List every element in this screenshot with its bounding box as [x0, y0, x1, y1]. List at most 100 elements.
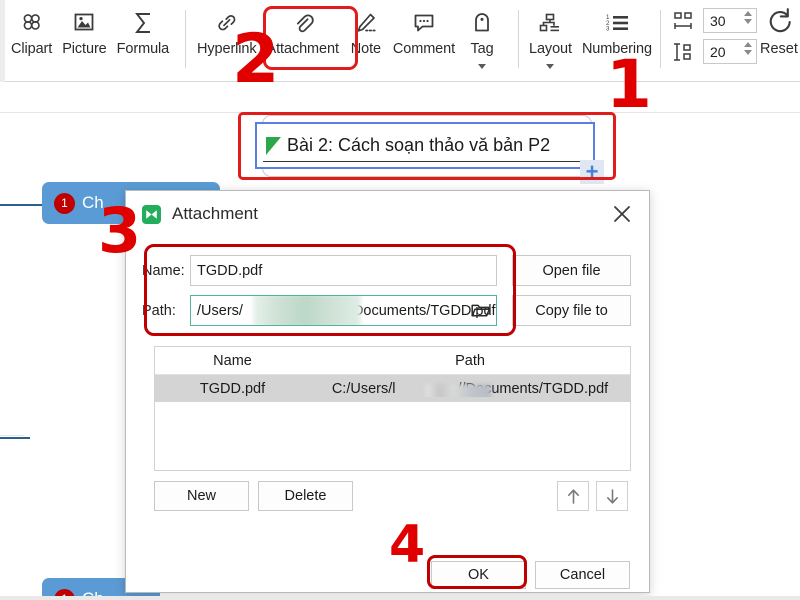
path-input[interactable]: /Users/ /Documents/TGDD.pdf: [190, 295, 497, 326]
toolbar-button-note[interactable]: Note: [344, 0, 388, 78]
toolbar-button-formula[interactable]: Formula: [112, 0, 174, 78]
mindmap-node-editing-text[interactable]: Bài 2: Cách soạn thảo vă bản P2: [287, 135, 550, 156]
comment-icon: [410, 6, 438, 40]
canvas-divider-line-2: [0, 435, 24, 436]
stepper-up-icon-horizontal[interactable]: [744, 11, 752, 16]
dialog-title-text: Attachment: [172, 204, 258, 223]
toolbar-button-numbering[interactable]: 1 2 3 Numbering: [577, 0, 657, 78]
horizontal-spacing-input[interactable]: 30: [703, 8, 757, 33]
table-cell-path: C:/Users/l//Documents/TGDD.pdf: [310, 381, 630, 397]
vertical-spacing-input[interactable]: 20: [703, 39, 757, 64]
picture-icon: [71, 6, 97, 40]
toolbar-button-reset[interactable]: Reset: [760, 4, 798, 57]
path-input-prefix: /Users/: [197, 302, 243, 319]
toolbar-label-comment: Comment: [392, 41, 456, 57]
new-button-label: New: [186, 488, 216, 504]
copy-file-to-button[interactable]: Copy file to: [512, 295, 631, 326]
ribbon-toolbar: Clipart Picture Formula Hyperlink Attach…: [0, 0, 800, 82]
copy-file-to-label: Copy file to: [535, 302, 608, 319]
toolbar-group-annotate: Hyperlink Attachment Note Comment Tag: [192, 0, 504, 82]
delete-button-label: Delete: [284, 488, 327, 504]
path-field-label: Path:: [142, 302, 176, 319]
table-row[interactable]: TGDD.pdf C:/Users/l//Documents/TGDD.pdf: [155, 375, 630, 402]
stepper-down-icon-vertical[interactable]: [744, 50, 752, 55]
table-cell-name: TGDD.pdf: [199, 380, 266, 397]
vertical-spacing-value: 20: [710, 43, 726, 60]
horizontal-spacing-stepper[interactable]: [744, 11, 752, 24]
name-input[interactable]: TGDD.pdf: [190, 255, 497, 286]
formula-icon: [130, 6, 156, 40]
add-child-node-handle[interactable]: +: [580, 160, 604, 184]
toolbar-button-layout[interactable]: Layout: [524, 0, 577, 78]
toolbar-button-hyperlink[interactable]: Hyperlink: [192, 0, 262, 78]
stepper-up-icon-vertical[interactable]: [744, 42, 752, 47]
delete-button[interactable]: Delete: [258, 481, 353, 511]
toolbar-label-picture: Picture: [62, 41, 107, 57]
close-icon[interactable]: [605, 199, 639, 229]
toolbar-label-layout: Layout: [529, 41, 572, 57]
toolbar-label-clipart: Clipart: [11, 41, 53, 57]
arrow-up-icon[interactable]: [557, 481, 589, 511]
stepper-down-icon-horizontal[interactable]: [744, 19, 752, 24]
folder-open-icon[interactable]: [471, 302, 491, 323]
toolbar-button-picture[interactable]: Picture: [57, 0, 111, 78]
window-bottom-strip: [0, 596, 800, 600]
toolbar-button-tag[interactable]: Tag: [460, 0, 504, 78]
numbering-icon: 1 2 3: [602, 6, 632, 40]
chevron-down-icon-tag[interactable]: [478, 64, 487, 69]
toolbar-label-tag: Tag: [470, 41, 494, 57]
redacted-username-table: [426, 383, 491, 397]
text-caret-underline: [263, 161, 587, 162]
chevron-down-icon-layout[interactable]: [546, 64, 555, 69]
attachments-table[interactable]: Name Path TGDD.pdf C:/Users/l//Documents…: [154, 346, 631, 471]
toolbar-label-hyperlink: Hyperlink: [197, 41, 257, 57]
hyperlink-icon: [214, 6, 240, 40]
toolbar-label-reset: Reset: [760, 41, 798, 57]
horizontal-spacing-icon: [670, 9, 696, 33]
toolbar-label-note: Note: [350, 41, 381, 57]
dialog-title-bar: Attachment: [126, 191, 649, 237]
toolbar-label-numbering: Numbering: [581, 41, 652, 57]
cancel-button[interactable]: Cancel: [535, 561, 630, 589]
reset-icon: [764, 4, 794, 38]
ok-button[interactable]: OK: [431, 561, 526, 589]
cancel-button-label: Cancel: [559, 567, 606, 583]
note-icon: [353, 6, 379, 40]
toolbar-button-comment[interactable]: Comment: [388, 0, 460, 78]
table-header-name: Name: [213, 352, 252, 369]
tag-icon: [471, 6, 493, 40]
toolbar-separator-3: [660, 10, 661, 68]
node-label-top: Ch: [82, 193, 104, 212]
mindmap-node-editing[interactable]: Bài 2: Cách soạn thảo vă bản P2: [255, 122, 595, 169]
toolbar-label-attachment: Attachment: [266, 41, 339, 57]
path-field-row: Path: /Users/ /Documents/TGDD.pdf: [142, 295, 502, 326]
layout-icon: [536, 6, 564, 40]
toolbar-button-attachment[interactable]: Attachment: [262, 0, 344, 78]
vertical-spacing-icon: [670, 40, 696, 64]
new-button[interactable]: New: [154, 481, 249, 511]
xmind-logo-icon: [142, 204, 161, 224]
ok-button-label: OK: [468, 567, 489, 583]
node-connector-bottom: [0, 437, 30, 439]
node-connector-top: [0, 204, 45, 206]
toolbar-group-structure: Layout 1 2 3 Numbering: [524, 0, 657, 82]
name-field-label: Name:: [142, 262, 185, 279]
toolbar-group-spacing: 30 20: [670, 8, 757, 64]
open-file-button[interactable]: Open file: [512, 255, 631, 286]
spacing-horizontal-row: 30: [670, 8, 757, 33]
toolbar-separator-1: [185, 10, 186, 68]
toolbar-group-insert: Clipart Picture Formula: [6, 0, 174, 82]
table-header-path: Path: [455, 352, 485, 369]
canvas-divider-line: [0, 112, 800, 113]
arrow-down-icon[interactable]: [596, 481, 628, 511]
table-cell-path-prefix: C:/Users/l: [331, 380, 396, 397]
attachment-dialog[interactable]: Attachment Name: TGDD.pdf Path: /Users/ …: [125, 190, 650, 593]
toolbar-button-clipart[interactable]: Clipart: [6, 0, 57, 78]
name-input-value: TGDD.pdf: [197, 262, 263, 279]
toolbar-separator-2: [518, 10, 519, 68]
open-file-label: Open file: [542, 262, 601, 279]
redacted-username-path: [253, 296, 361, 325]
vertical-spacing-stepper[interactable]: [744, 42, 752, 55]
green-flag-icon: [266, 136, 281, 155]
name-field-row: Name: TGDD.pdf: [142, 255, 502, 286]
